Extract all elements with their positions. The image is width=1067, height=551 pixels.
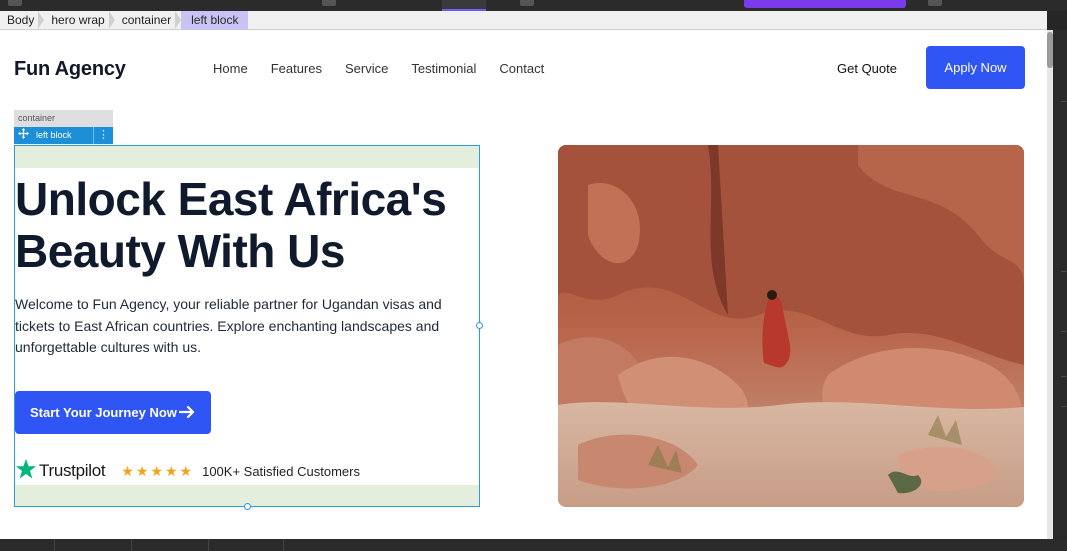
hero-description: Welcome to Fun Agency, your reliable par…	[15, 296, 442, 355]
selection-label: left block	[36, 130, 72, 140]
hero-title: Unlock East Africa's Beauty With Us	[15, 173, 475, 277]
editor-toolbar-icon[interactable]	[520, 0, 534, 6]
breadcrumb-item-left-block[interactable]: left block	[181, 10, 249, 30]
nav-link-home[interactable]: Home	[213, 61, 248, 76]
editor-active-tab[interactable]	[442, 0, 486, 11]
panel-divider	[1061, 101, 1067, 102]
trustpilot-logo: Trustpilot	[39, 461, 106, 480]
main-nav: Home Features Service Testimonial Contac…	[213, 61, 567, 76]
editor-toolbar-icon[interactable]	[928, 0, 942, 6]
more-vertical-icon[interactable]: ⋮	[93, 127, 113, 144]
arrow-right-icon	[178, 404, 195, 423]
bottom-bar-divider	[208, 539, 209, 551]
star-icon: ★	[135, 462, 149, 479]
resize-handle-bottom[interactable]	[244, 503, 251, 510]
breadcrumb-item-hero-wrap[interactable]: hero wrap	[44, 10, 115, 30]
breadcrumb: Body hero wrap container left block	[0, 10, 1053, 30]
hero-image	[558, 145, 1024, 507]
editor-bottom-bar	[0, 539, 1067, 551]
panel-divider	[1061, 376, 1067, 377]
nav-link-testimonial[interactable]: Testimonial	[411, 61, 476, 76]
move-icon[interactable]	[14, 127, 32, 144]
panel-divider	[1061, 331, 1067, 332]
breadcrumb-item-body[interactable]: Body	[0, 10, 45, 30]
star-icon: ★	[150, 462, 163, 479]
left-block-selection-tag[interactable]: left block ⋮	[14, 127, 113, 144]
breadcrumb-label: left block	[191, 12, 239, 27]
bottom-bar-divider	[283, 539, 284, 551]
editor-toolbar-icon[interactable]	[322, 0, 336, 6]
nav-link-service[interactable]: Service	[345, 61, 388, 76]
star-icon: ★	[164, 462, 178, 479]
nav-link-features[interactable]: Features	[271, 61, 322, 76]
breadcrumb-label: Body	[7, 12, 35, 27]
left-block[interactable]: Unlock East Africa's Beauty With Us Welc…	[14, 145, 483, 510]
rating-stars: ★ ★ ★ ★ ★	[121, 463, 192, 480]
satisfied-customers-text: 100K+ Satisfied Customers	[202, 463, 360, 479]
container-selection-tag[interactable]: container	[14, 110, 113, 127]
hero-title-line-1: Unlock East Africa's	[15, 173, 447, 225]
cta-label: Start Your Journey Now	[30, 405, 177, 420]
right-panel-edge	[1047, 11, 1067, 539]
panel-divider	[1061, 271, 1067, 272]
bottom-bar-divider	[131, 539, 132, 551]
resize-handle-right[interactable]	[476, 322, 483, 329]
trustpilot-star-icon	[15, 458, 37, 485]
breadcrumb-label: hero wrap	[51, 12, 105, 27]
star-icon: ★	[179, 462, 193, 479]
trust-row: Trustpilot ★ ★ ★ ★ ★ 100K+ Satisfied Cus…	[15, 458, 360, 485]
nav-link-contact[interactable]: Contact	[499, 61, 544, 76]
hero-title-line-2: Beauty With Us	[15, 225, 345, 277]
start-journey-button[interactable]: Start Your Journey Now	[15, 391, 211, 434]
bottom-bar-divider	[54, 539, 55, 551]
panel-divider	[1061, 406, 1067, 407]
editor-publish-button[interactable]	[744, 0, 906, 8]
padding-indicator-top	[15, 146, 479, 168]
breadcrumb-item-container[interactable]: container	[115, 10, 182, 30]
brand-logo[interactable]: Fun Agency	[14, 58, 126, 81]
apply-now-button[interactable]: Apply Now	[926, 46, 1025, 89]
get-quote-link[interactable]: Get Quote	[837, 61, 897, 76]
editor-top-bar	[0, 0, 1067, 11]
breadcrumb-label: container	[121, 12, 172, 27]
settings-panel-edge	[1053, 30, 1067, 539]
star-icon: ★	[121, 462, 134, 479]
page-canvas: Fun Agency Home Features Service Testimo…	[0, 30, 1047, 539]
editor-menu-icon[interactable]	[8, 0, 22, 6]
